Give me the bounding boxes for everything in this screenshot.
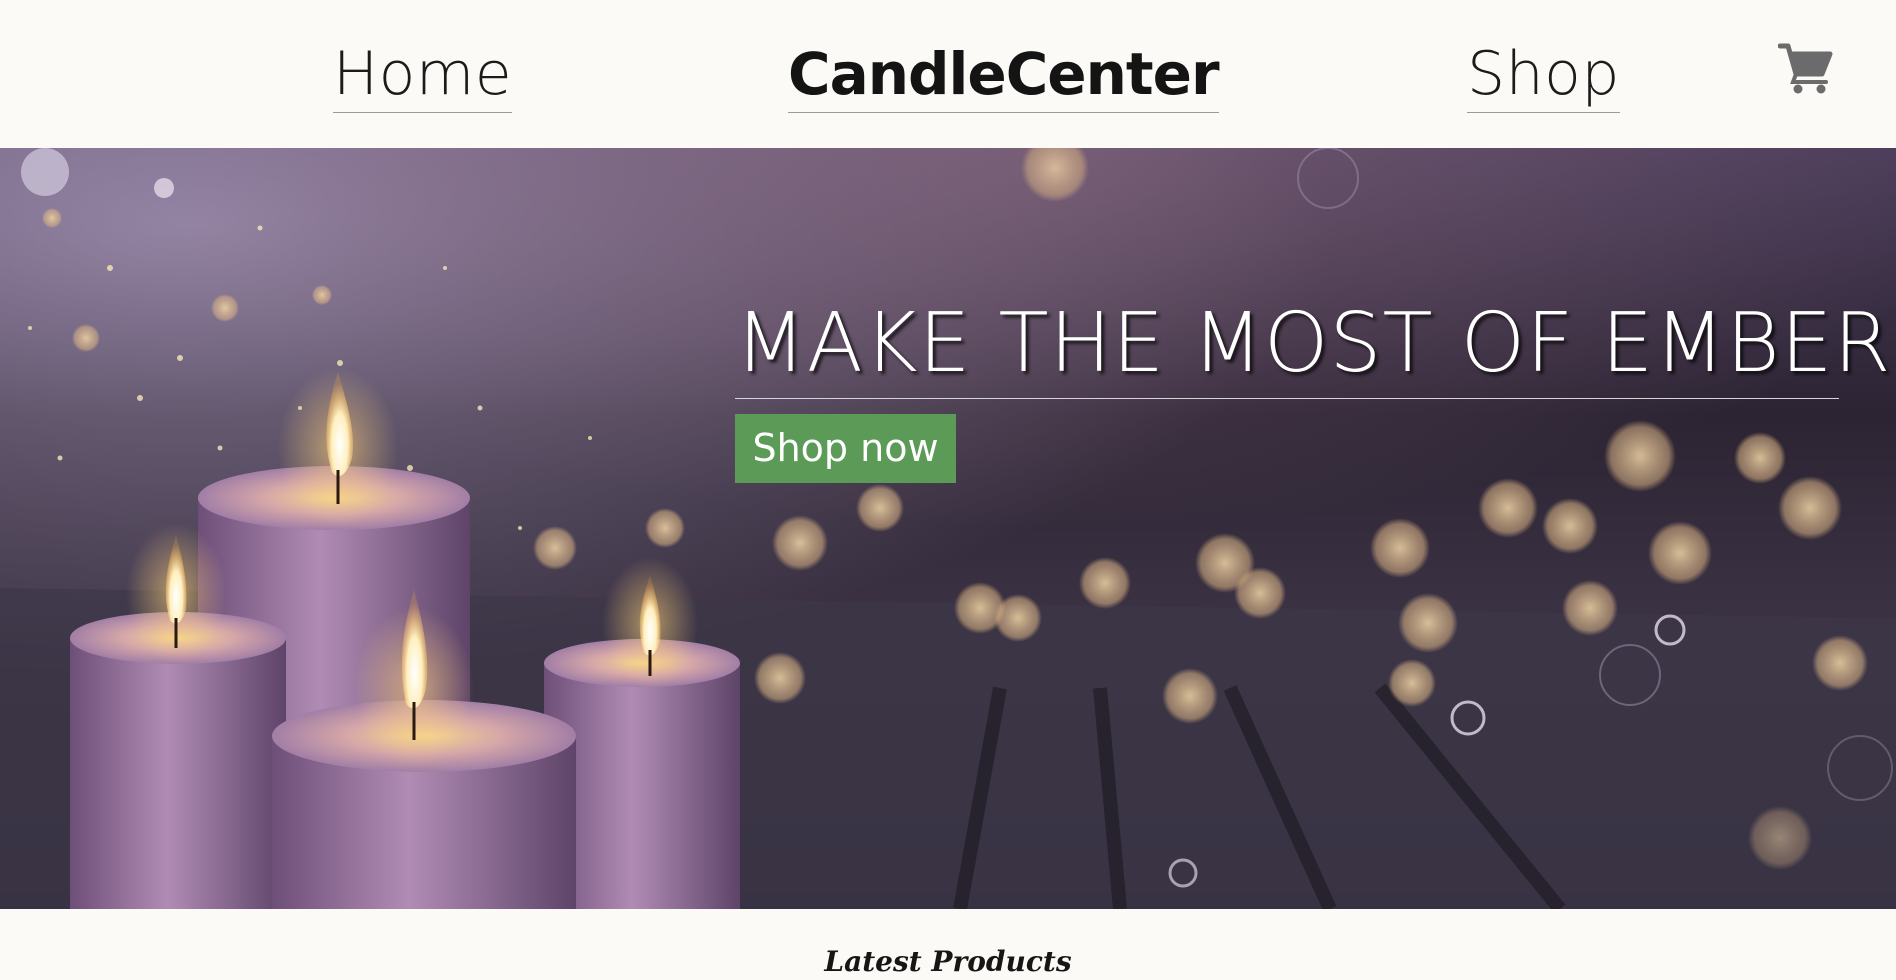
nav-shop-link[interactable]: Shop (1467, 38, 1620, 113)
cart-icon[interactable] (1777, 42, 1834, 94)
nav-home-link[interactable]: Home (333, 38, 513, 113)
shop-now-button[interactable]: Shop now (735, 414, 956, 483)
hero-title: MAKE THE MOST OF EMBER (735, 294, 1890, 399)
latest-products-heading: Latest Products (824, 945, 1072, 978)
site-header: Home CandleCenter Shop (0, 0, 1896, 148)
brand-logo[interactable]: CandleCenter (788, 38, 1220, 113)
hero-banner: MAKE THE MOST OF EMBER Shop now (0, 148, 1896, 909)
candles-with-bokeh-image (0, 148, 1896, 909)
